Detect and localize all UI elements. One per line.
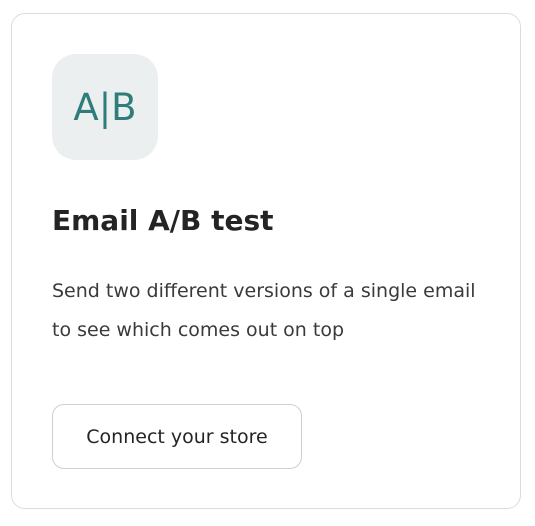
card-description: Send two different versions of a single … <box>52 280 476 341</box>
ab-test-card: A|B Email A/B test Send two different ve… <box>11 13 521 509</box>
card-title: Email A/B test <box>52 204 274 237</box>
ab-icon-label: A|B <box>73 85 137 129</box>
connect-store-button[interactable]: Connect your store <box>52 404 302 469</box>
ab-test-icon: A|B <box>52 54 158 160</box>
